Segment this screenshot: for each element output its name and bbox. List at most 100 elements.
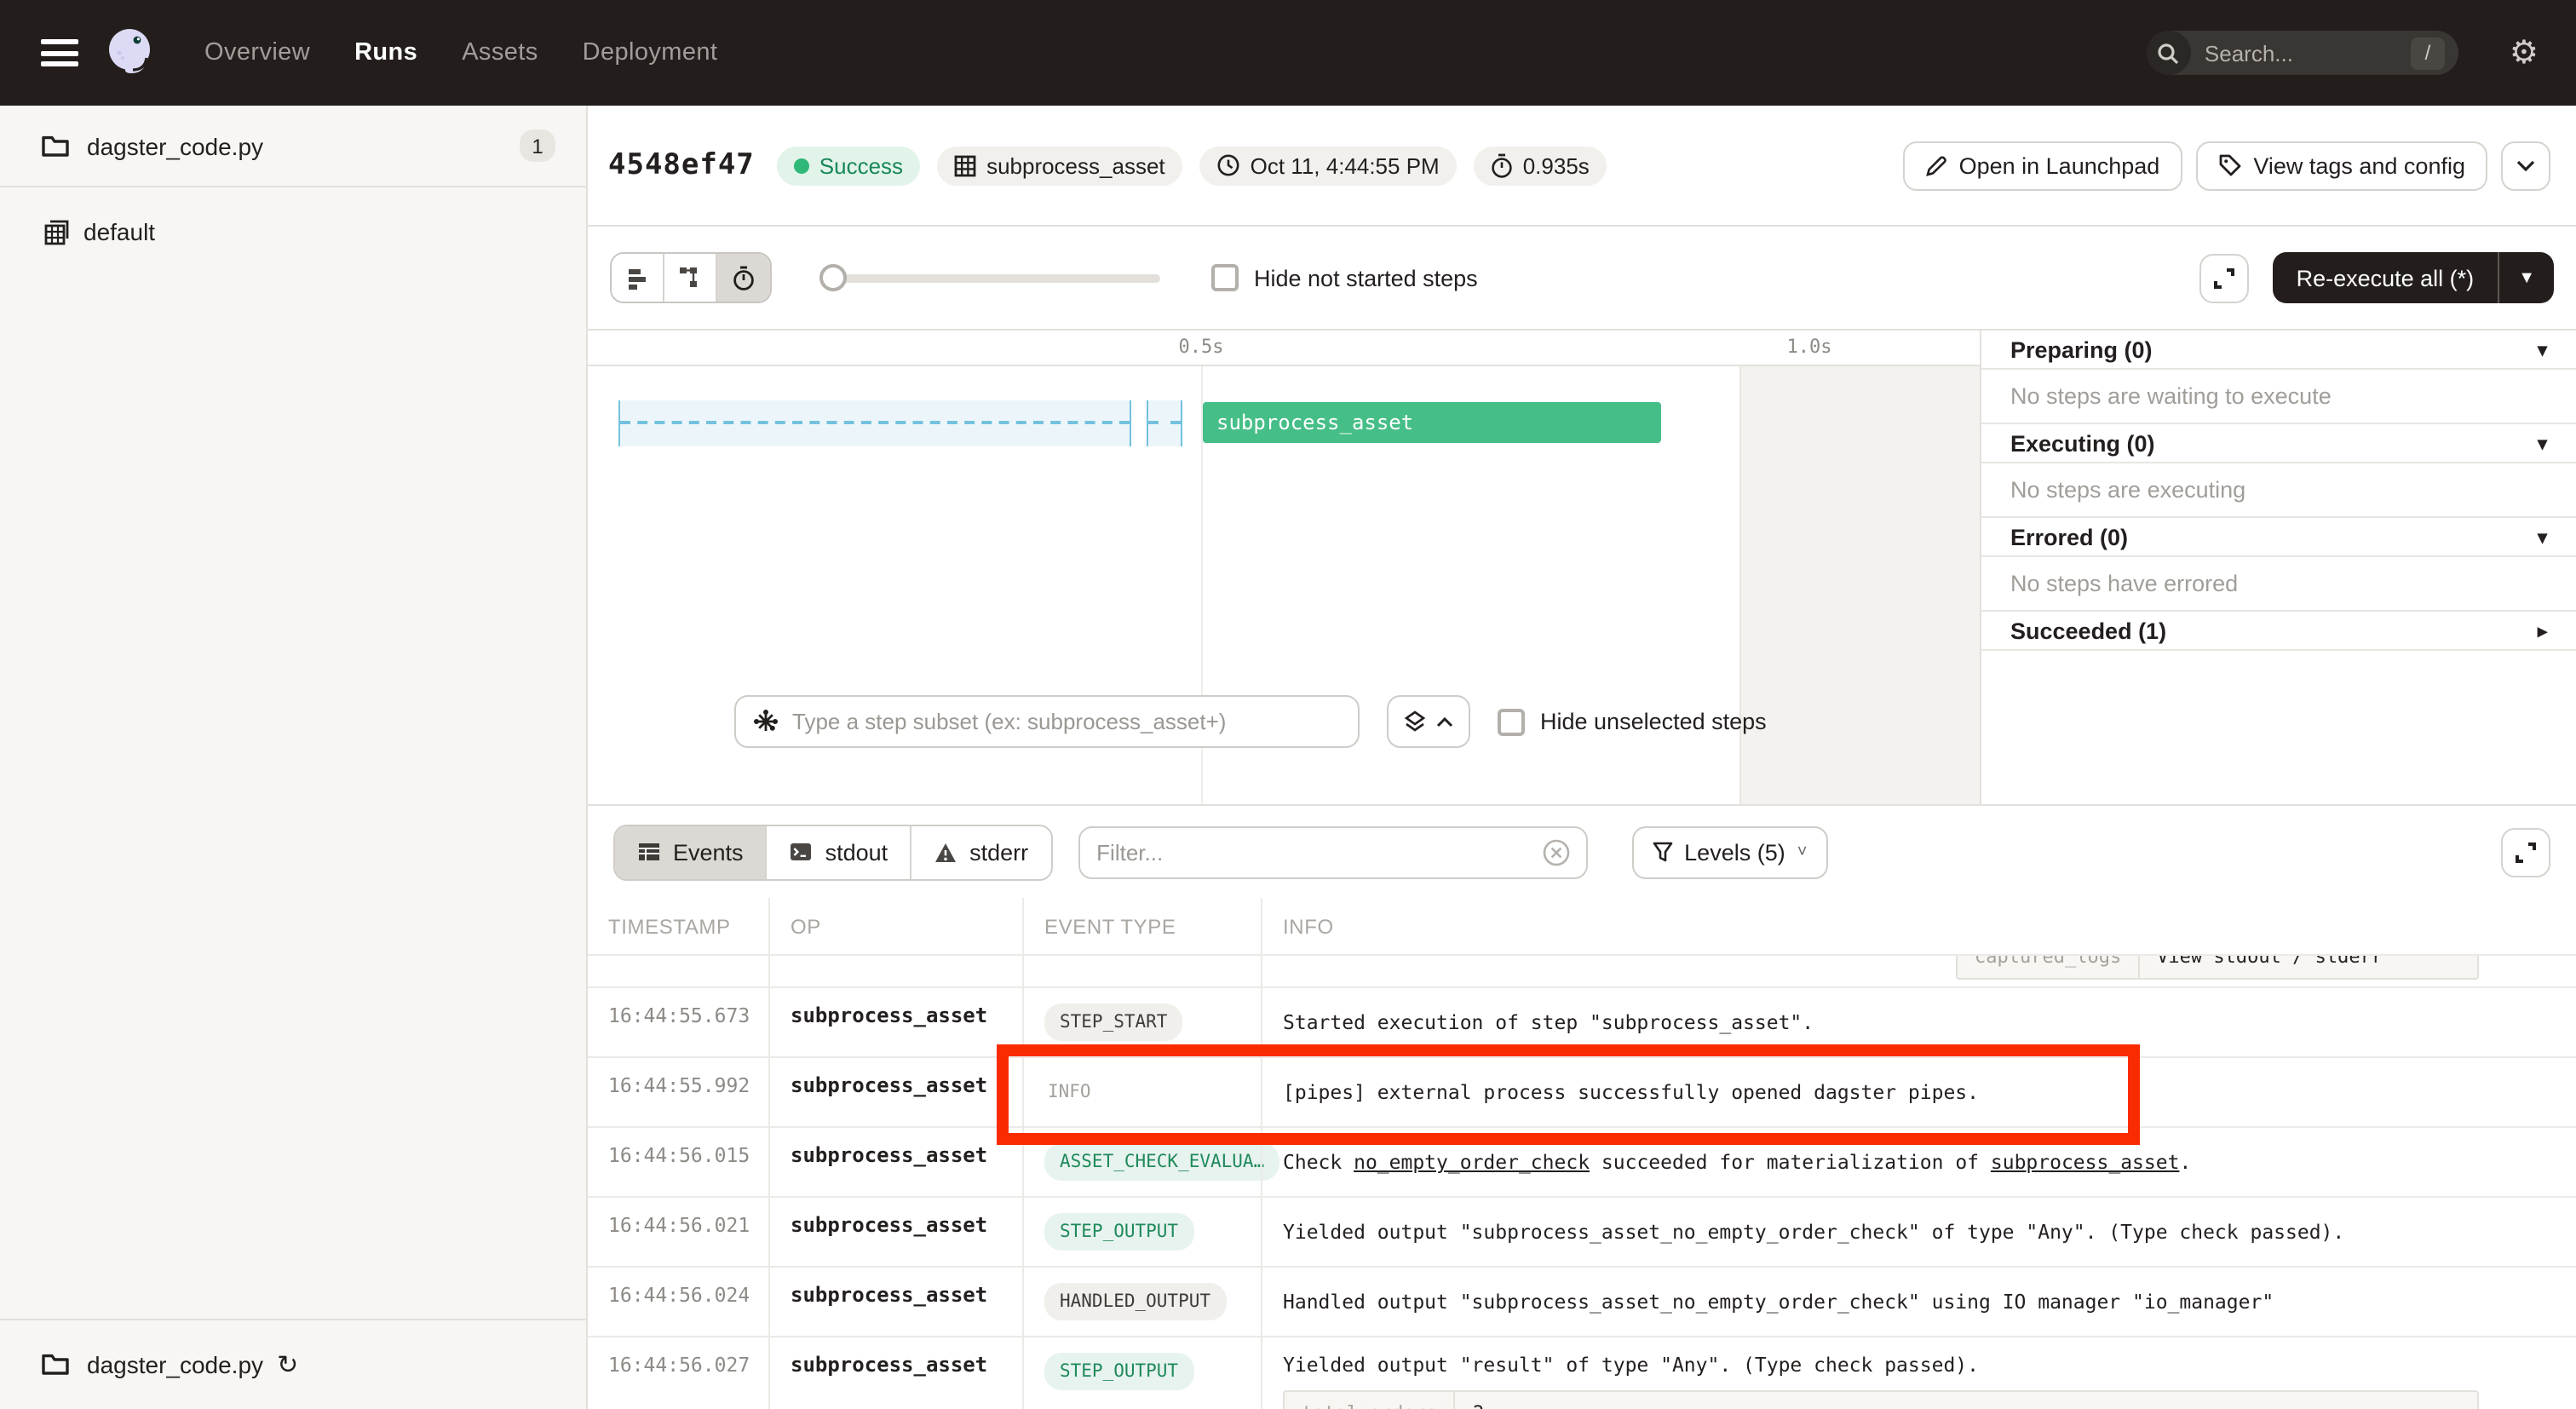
gantt-overrun-region	[1739, 366, 1980, 804]
metadata-key: total_orders	[1285, 1392, 1456, 1409]
levels-dropdown[interactable]: Levels (5) ˅	[1631, 825, 1827, 878]
run-header: 4548ef47 Success subprocess_asset Oct 11…	[588, 106, 2576, 227]
filter-funnel-icon	[1652, 842, 1672, 862]
tab-stdout[interactable]: stdout	[768, 825, 912, 878]
status-section-errored[interactable]: Errored (0)▾	[1981, 518, 2576, 557]
gantt-view-segmented-control	[610, 252, 772, 303]
tab-events[interactable]: Events	[615, 825, 768, 878]
waterfall-view-icon[interactable]	[664, 254, 717, 302]
metadata-value-link[interactable]: View stdout / stderr	[2140, 956, 2400, 978]
op-cell: subprocess_asset	[768, 1198, 1022, 1266]
step-query-options-button[interactable]	[1387, 695, 1470, 748]
expand-icon	[2515, 841, 2537, 863]
layers-icon	[1404, 710, 1426, 733]
sidebar-code-location[interactable]: dagster_code.py 1	[0, 106, 586, 187]
reexecute-caret-icon[interactable]: ▼	[2499, 268, 2554, 287]
log-row[interactable]: 16:44:55.992subprocess_assetINFO[pipes] …	[588, 1056, 2576, 1126]
event-type-cell: STEP_START	[1022, 988, 1261, 1056]
gantt-zoom-slider[interactable]	[819, 264, 1160, 291]
log-row[interactable]: 16:44:56.015subprocess_assetASSET_CHECK_…	[588, 1126, 2576, 1196]
search-input[interactable]: Search... /	[2147, 31, 2458, 75]
settings-gear-icon[interactable]: ⚙	[2510, 37, 2539, 69]
gantt-waiting-phase	[618, 400, 1131, 446]
nav-item-deployment[interactable]: Deployment	[583, 39, 718, 66]
step-subset-input[interactable]: Type a step subset (ex: subprocess_asset…	[734, 695, 1360, 748]
status-badge: Success	[777, 146, 920, 185]
nav-item-overview[interactable]: Overview	[204, 39, 310, 66]
logs-fullscreen-button[interactable]	[2501, 827, 2550, 877]
info-cell: Yielded output "result" of type "Any". (…	[1261, 1337, 2576, 1409]
success-dot-icon	[794, 158, 809, 173]
expand-icon	[2213, 267, 2235, 289]
reexecute-all-button[interactable]: Re-execute all (*) ▼	[2273, 252, 2554, 303]
filter-placeholder: Filter...	[1096, 839, 1163, 865]
open-in-launchpad-button[interactable]: Open in Launchpad	[1903, 141, 2182, 190]
tab-stderr[interactable]: stderr	[911, 825, 1050, 878]
metadata-key: captured_logs	[1958, 956, 2140, 978]
view-tags-config-button[interactable]: View tags and config	[2195, 141, 2487, 190]
asset-tag[interactable]: subprocess_asset	[937, 146, 1182, 185]
status-section-succeeded[interactable]: Succeeded (1)▸	[1981, 612, 2576, 651]
caret-up-icon	[1436, 716, 1453, 727]
run-actions-chevron-button[interactable]	[2501, 141, 2550, 190]
warning-icon	[934, 841, 957, 863]
run-duration: 0.935s	[1474, 146, 1607, 185]
timestamp-cell: 16:44:55.673	[588, 988, 768, 1056]
nav-item-runs[interactable]: Runs	[354, 39, 417, 66]
info-link[interactable]: subprocess_asset	[1991, 1150, 2180, 1174]
op-cell: subprocess_asset	[768, 1337, 1022, 1409]
event-type-cell: INFO	[1022, 1058, 1261, 1126]
timestamp-cell: 16:44:55.992	[588, 1058, 768, 1126]
slider-thumb[interactable]	[819, 264, 847, 291]
search-shortcut-hint: /	[2411, 37, 2445, 69]
column-header-timestamp: TIMESTAMP	[588, 898, 768, 954]
gantt-fullscreen-button[interactable]	[2199, 253, 2249, 302]
gantt-toolbar: Hide not started steps Re-execute all (*…	[588, 227, 2576, 329]
tag-icon	[2217, 153, 2241, 177]
status-section-preparing[interactable]: Preparing (0)▾	[1981, 331, 2576, 370]
folder-icon	[41, 134, 70, 158]
log-filter-input[interactable]: Filter...	[1078, 825, 1587, 878]
log-row[interactable]: 16:44:55.673subprocess_assetSTEP_STARTSt…	[588, 986, 2576, 1056]
triangle-down-icon: ▾	[2538, 432, 2547, 454]
info-cell: Yielded output "subprocess_asset_no_empt…	[1261, 1198, 2576, 1266]
timed-view-icon[interactable]	[717, 254, 770, 302]
top-navbar: Overview Runs Assets Deployment Search... /…	[0, 0, 2576, 106]
hide-not-started-checkbox[interactable]	[1211, 264, 1239, 291]
step-subset-placeholder: Type a step subset (ex: subprocess_asset…	[792, 709, 1226, 734]
status-section-executing[interactable]: Executing (0)▾	[1981, 424, 2576, 463]
info-cell: Check no_empty_order_check succeeded for…	[1261, 1128, 2576, 1196]
hide-not-started-toggle[interactable]: Hide not started steps	[1211, 264, 1478, 291]
menu-icon[interactable]	[41, 39, 78, 66]
clock-icon	[1216, 153, 1240, 177]
info-link[interactable]: no_empty_order_check	[1354, 1150, 1590, 1174]
dagster-logo-icon[interactable]	[102, 24, 160, 82]
log-row[interactable]: 16:44:56.024subprocess_assetHANDLED_OUTP…	[588, 1266, 2576, 1336]
op-cell: subprocess_asset	[768, 1268, 1022, 1336]
sidebar-item-default-job[interactable]: default	[0, 201, 586, 262]
triangle-right-icon: ▸	[2538, 619, 2547, 641]
clear-filter-icon[interactable]	[1541, 837, 1570, 866]
reload-icon[interactable]: ↻	[277, 1349, 298, 1380]
gantt-waiting-phase-2	[1147, 400, 1182, 446]
status-section-message: No steps are executing	[1981, 463, 2576, 518]
hide-unselected-toggle[interactable]: Hide unselected steps	[1498, 708, 1767, 735]
event-type-cell: ASSET_CHECK_EVALUA…	[1022, 1128, 1261, 1196]
metadata-box: total_orders2	[1283, 1390, 2479, 1409]
log-row-partial[interactable]: captured_logs View stdout / stderr	[588, 954, 2576, 986]
event-type-cell: STEP_OUTPUT	[1022, 1198, 1261, 1266]
flat-view-icon[interactable]	[612, 254, 664, 302]
metadata-box: captured_logs View stdout / stderr	[1956, 956, 2479, 980]
log-row[interactable]: 16:44:56.027subprocess_assetSTEP_OUTPUTY…	[588, 1336, 2576, 1409]
gantt-step-bar[interactable]: subprocess_asset	[1203, 402, 1661, 443]
log-toolbar: Eventsstdoutstderr Filter... Levels (5) …	[588, 804, 2576, 898]
column-header-info: INFO	[1261, 898, 2576, 954]
log-row[interactable]: 16:44:56.021subprocess_assetSTEP_OUTPUTY…	[588, 1196, 2576, 1266]
hide-unselected-checkbox[interactable]	[1498, 708, 1525, 735]
nav-item-assets[interactable]: Assets	[462, 39, 538, 66]
event-type-cell: HANDLED_OUTPUT	[1022, 1268, 1261, 1336]
timeline-axis: 0.5s1.0s	[588, 329, 1980, 366]
job-grid-icon	[44, 219, 70, 244]
left-sidebar: dagster_code.py 1 default dagster_code.p…	[0, 106, 588, 1409]
status-section-message: No steps are waiting to execute	[1981, 370, 2576, 424]
